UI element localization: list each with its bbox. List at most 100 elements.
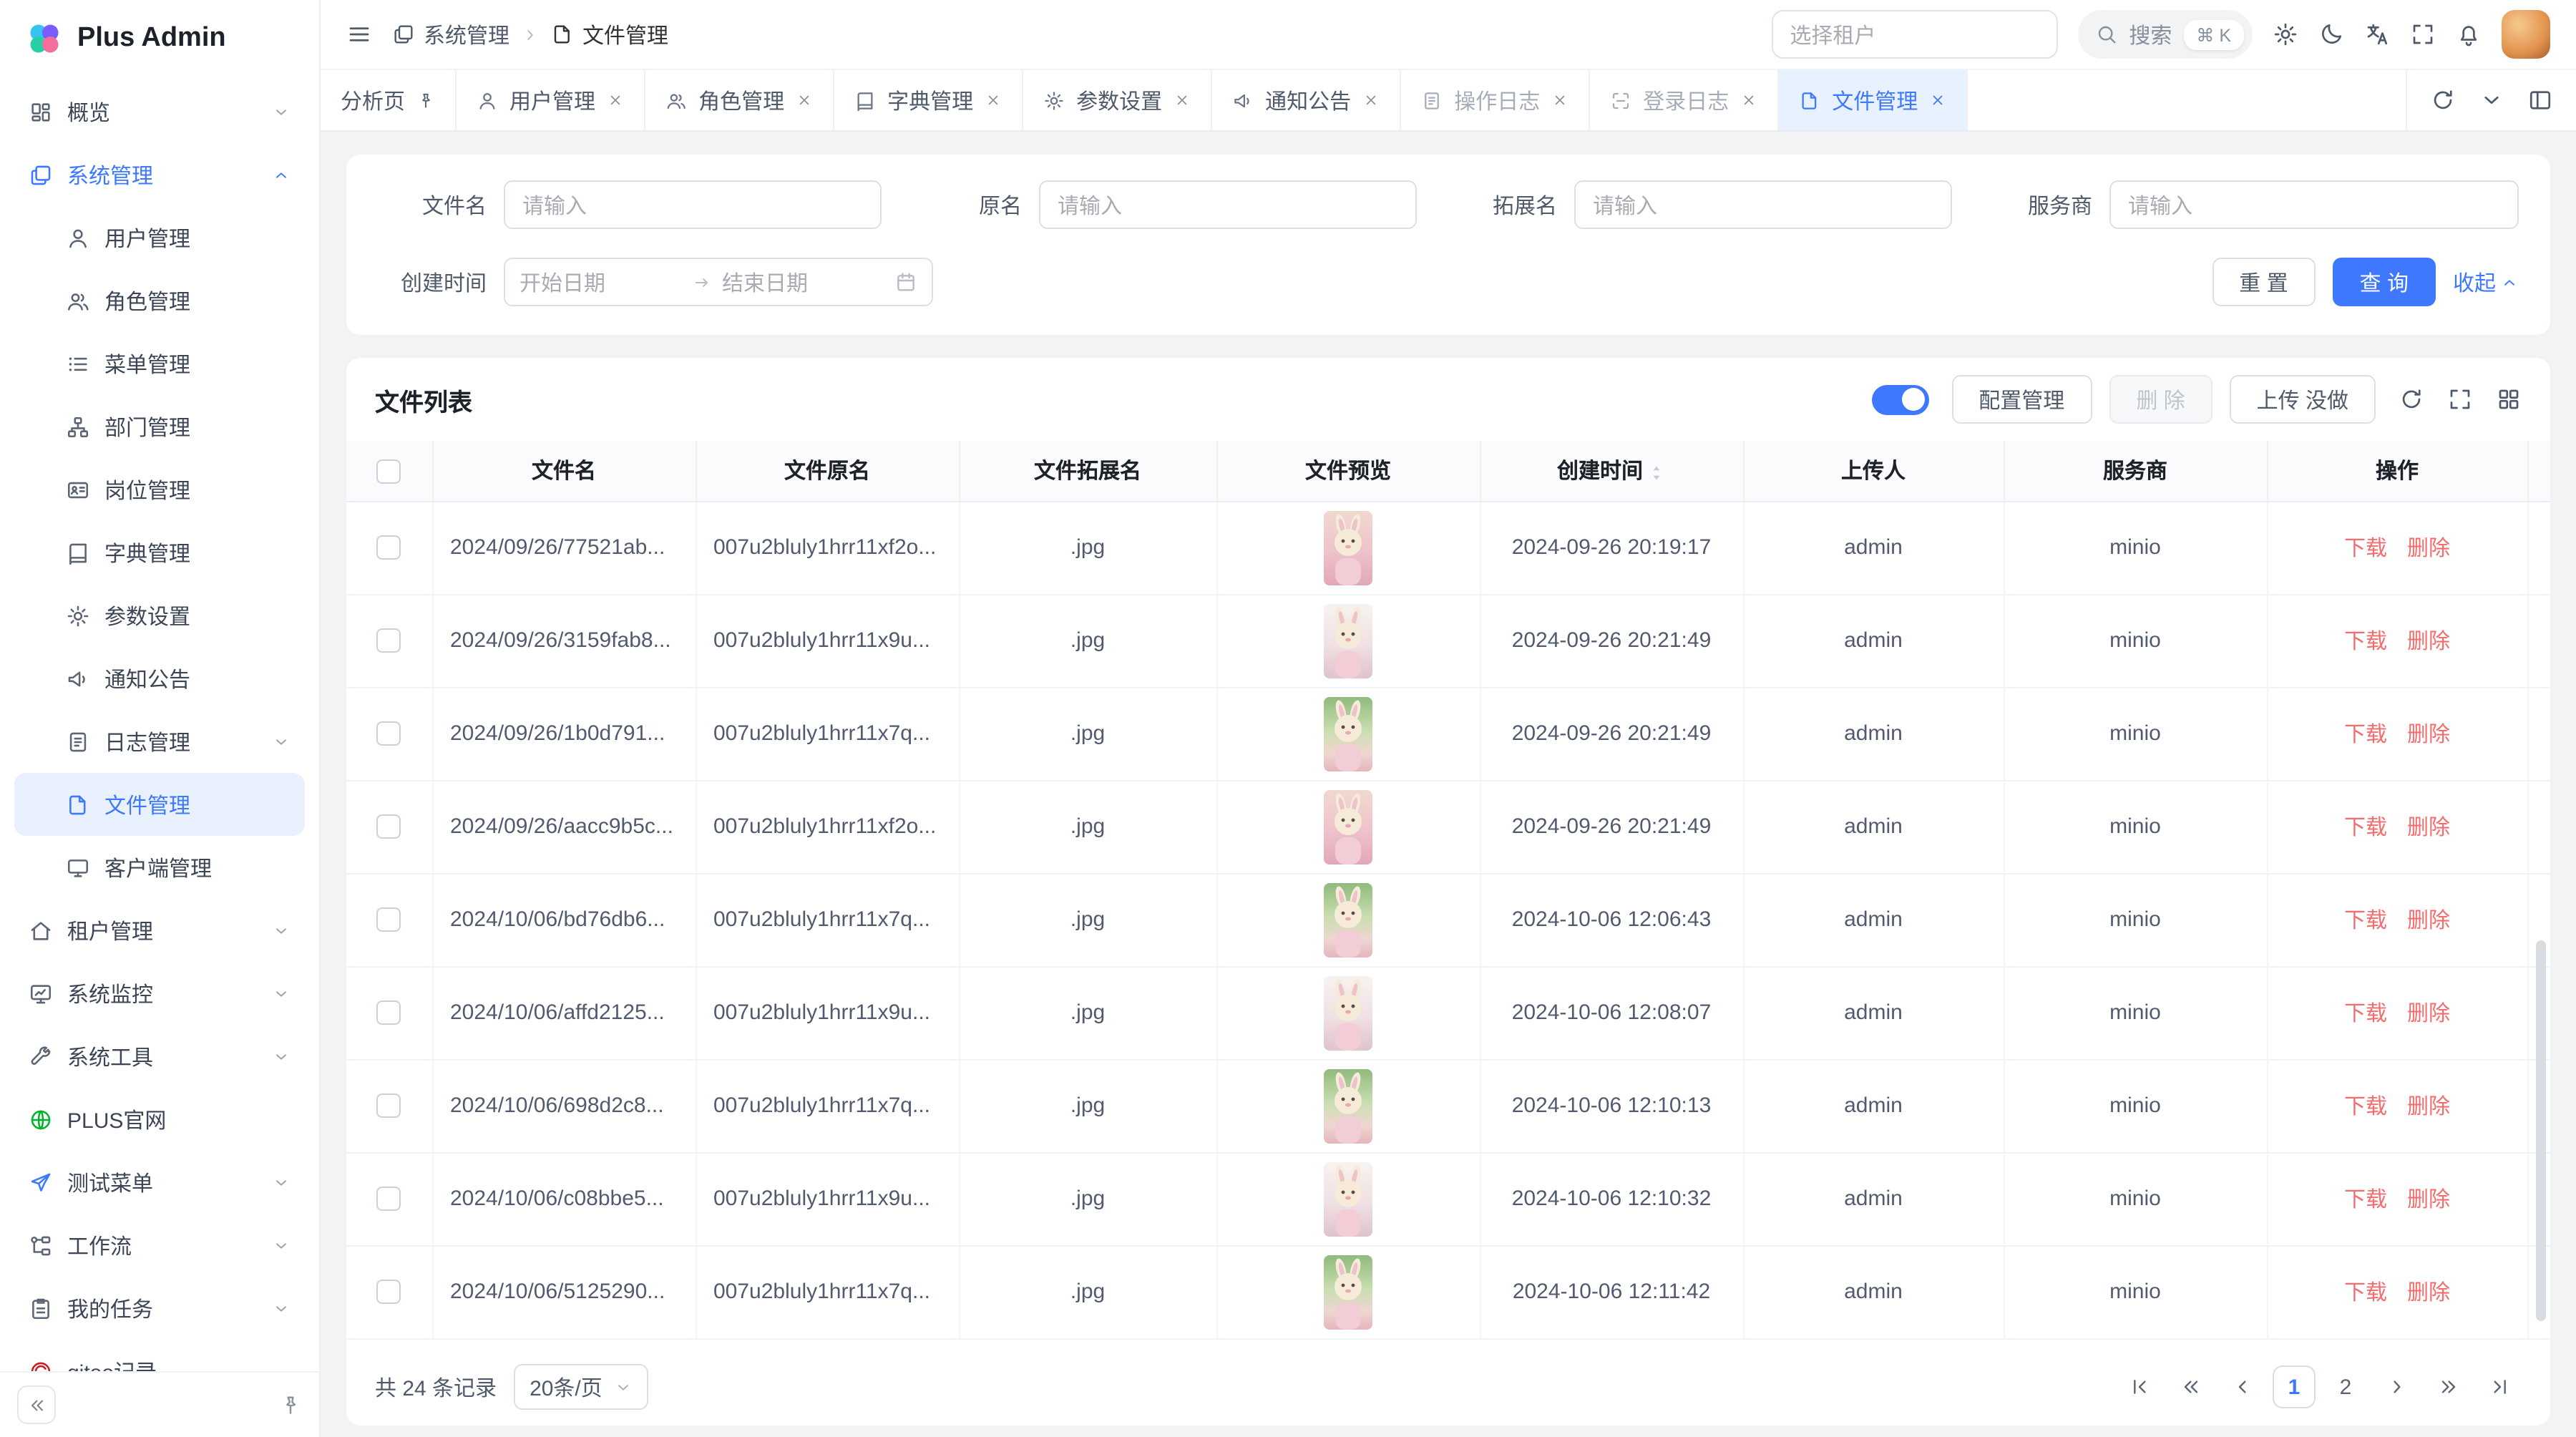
close-tab-icon[interactable]	[1740, 92, 1757, 109]
sort-icon[interactable]	[1647, 464, 1666, 482]
download-link[interactable]: 下载	[2344, 1002, 2387, 1026]
page-size-select[interactable]: 20条/页	[514, 1364, 648, 1410]
sidebar-item-workflow[interactable]: 工作流	[14, 1214, 305, 1277]
sidebar-collapse-button[interactable]	[17, 1385, 56, 1424]
row-checkbox[interactable]	[377, 536, 401, 560]
pin-icon[interactable]	[416, 91, 435, 109]
download-link[interactable]: 下载	[2344, 630, 2387, 654]
sidebar-item-tools[interactable]: 系统工具	[14, 1025, 305, 1088]
row-checkbox[interactable]	[377, 1094, 401, 1119]
collapse-filter-link[interactable]: 收起	[2453, 267, 2519, 297]
file-preview-image[interactable]	[1324, 975, 1372, 1050]
tab-menu-button[interactable]	[2479, 87, 2504, 113]
delete-link[interactable]: 删除	[2407, 1281, 2450, 1305]
next-page-button[interactable]	[2376, 1365, 2419, 1408]
back-pages-button[interactable]	[2170, 1365, 2212, 1408]
menu-toggle-button[interactable]	[346, 21, 372, 47]
prev-page-button[interactable]	[2221, 1365, 2264, 1408]
layout-button[interactable]	[2527, 87, 2553, 113]
delete-link[interactable]: 删除	[2407, 816, 2450, 840]
sidebar-item-gitee[interactable]: gitee记录	[14, 1340, 305, 1371]
language-button[interactable]	[2364, 21, 2390, 47]
tab-登录日志[interactable]: 登录日志	[1590, 70, 1779, 130]
sidebar-item-dict[interactable]: 字典管理	[14, 521, 305, 584]
close-tab-icon[interactable]	[1362, 92, 1380, 109]
logo[interactable]: Plus Admin	[0, 0, 319, 77]
global-search[interactable]: 搜索 ⌘ K	[2077, 10, 2253, 59]
breadcrumb-item-file[interactable]: 文件管理	[551, 19, 668, 49]
sidebar-item-user[interactable]: 用户管理	[14, 206, 305, 269]
fullscreen-button[interactable]	[2410, 21, 2436, 47]
tab-用户管理[interactable]: 用户管理	[457, 70, 645, 130]
file-preview-image[interactable]	[1324, 882, 1372, 957]
sidebar-item-plus-site[interactable]: PLUS官网	[14, 1088, 305, 1151]
row-checkbox[interactable]	[377, 1001, 401, 1026]
delete-link[interactable]: 删除	[2407, 1095, 2450, 1119]
sidebar-item-client[interactable]: 客户端管理	[14, 836, 305, 899]
tab-字典管理[interactable]: 字典管理	[834, 70, 1023, 130]
file-preview-image[interactable]	[1324, 510, 1372, 585]
filter-input[interactable]: 请输入	[504, 180, 882, 229]
sidebar-item-notice[interactable]: 通知公告	[14, 647, 305, 710]
settings-button[interactable]	[2273, 21, 2298, 47]
sidebar-item-dept[interactable]: 部门管理	[14, 395, 305, 458]
tab-通知公告[interactable]: 通知公告	[1212, 70, 1401, 130]
sidebar-item-param[interactable]: 参数设置	[14, 584, 305, 647]
download-link[interactable]: 下载	[2344, 816, 2387, 840]
download-link[interactable]: 下载	[2344, 723, 2387, 747]
delete-link[interactable]: 删除	[2407, 909, 2450, 933]
date-range-picker[interactable]: 开始日期 结束日期	[504, 258, 933, 306]
page-2-button[interactable]: 2	[2324, 1365, 2367, 1408]
avatar[interactable]	[2502, 10, 2550, 59]
filter-input[interactable]: 请输入	[2109, 180, 2519, 229]
sidebar-item-tasks[interactable]: 我的任务	[14, 1277, 305, 1340]
file-preview-image[interactable]	[1324, 1255, 1372, 1329]
close-tab-icon[interactable]	[607, 92, 624, 109]
dark-mode-button[interactable]	[2318, 21, 2344, 47]
forward-pages-button[interactable]	[2427, 1365, 2470, 1408]
close-tab-icon[interactable]	[1929, 92, 1946, 109]
delete-button[interactable]: 删 除	[2109, 375, 2212, 424]
filter-input[interactable]: 请输入	[1574, 180, 1952, 229]
tenant-select[interactable]: 选择租户	[1771, 10, 2057, 59]
close-tab-icon[interactable]	[1551, 92, 1568, 109]
sidebar-pin-button[interactable]	[279, 1393, 302, 1416]
sidebar-item-tenant[interactable]: 租户管理	[14, 899, 305, 962]
close-tab-icon[interactable]	[796, 92, 813, 109]
table-fullscreen-button[interactable]	[2447, 386, 2473, 412]
reset-button[interactable]: 重 置	[2212, 258, 2315, 306]
table-columns-button[interactable]	[2496, 386, 2522, 412]
config-button[interactable]: 配置管理	[1951, 375, 2092, 424]
download-link[interactable]: 下载	[2344, 1095, 2387, 1119]
tab-角色管理[interactable]: 角色管理	[645, 70, 834, 130]
delete-link[interactable]: 删除	[2407, 630, 2450, 654]
delete-link[interactable]: 删除	[2407, 1188, 2450, 1212]
refresh-tab-button[interactable]	[2430, 87, 2456, 113]
row-checkbox[interactable]	[377, 1280, 401, 1305]
file-preview-image[interactable]	[1324, 1068, 1372, 1143]
delete-link[interactable]: 删除	[2407, 1002, 2450, 1026]
sidebar-item-log[interactable]: 日志管理	[14, 710, 305, 773]
file-preview-image[interactable]	[1324, 1161, 1372, 1236]
download-link[interactable]: 下载	[2344, 537, 2387, 561]
sidebar-item-system[interactable]: 系统管理	[14, 143, 305, 206]
sidebar-item-post[interactable]: 岗位管理	[14, 458, 305, 521]
sidebar-item-menu[interactable]: 菜单管理	[14, 332, 305, 395]
row-checkbox[interactable]	[377, 1187, 401, 1212]
notifications-button[interactable]	[2456, 21, 2482, 47]
first-page-button[interactable]	[2118, 1365, 2161, 1408]
tab-参数设置[interactable]: 参数设置	[1023, 70, 1212, 130]
sidebar-item-overview[interactable]: 概览	[14, 80, 305, 143]
breadcrumb-item-system[interactable]: 系统管理	[392, 19, 509, 49]
download-link[interactable]: 下载	[2344, 1188, 2387, 1212]
close-tab-icon[interactable]	[985, 92, 1002, 109]
download-link[interactable]: 下载	[2344, 909, 2387, 933]
tab-分析页[interactable]: 分析页	[321, 70, 457, 130]
search-button[interactable]: 查 询	[2333, 258, 2436, 306]
delete-link[interactable]: 删除	[2407, 537, 2450, 561]
row-checkbox[interactable]	[377, 815, 401, 839]
upload-button[interactable]: 上传 没做	[2230, 375, 2376, 424]
sidebar-item-role[interactable]: 角色管理	[14, 269, 305, 332]
row-checkbox[interactable]	[377, 722, 401, 746]
sidebar-item-monitor[interactable]: 系统监控	[14, 962, 305, 1025]
